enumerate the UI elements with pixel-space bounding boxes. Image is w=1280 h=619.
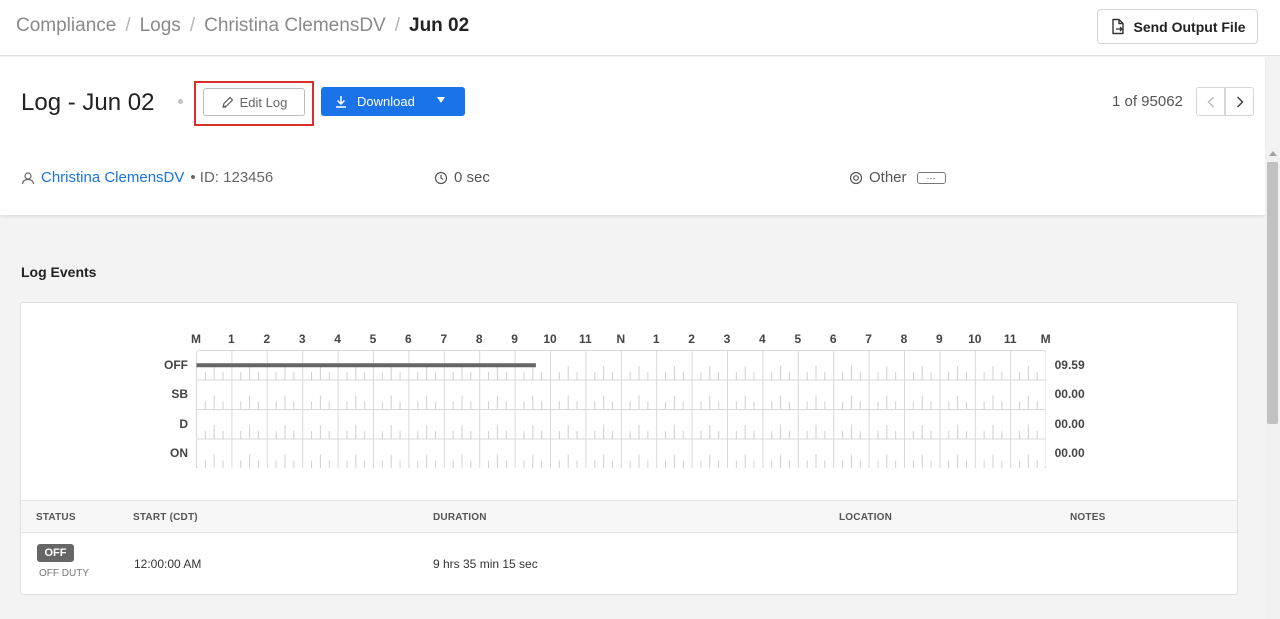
user-icon (21, 171, 35, 184)
start-time: 12:00:00 AM (134, 557, 202, 571)
driver-name-link[interactable]: Christina ClemensDV (41, 169, 184, 186)
hour-label: 4 (334, 332, 341, 346)
chevron-left-icon (1206, 95, 1214, 108)
hour-label: 6 (829, 332, 837, 346)
hour-label: 8 (900, 332, 908, 346)
hour-label: 1 (652, 332, 660, 346)
download-label: Download (357, 94, 415, 109)
hour-label: 10 (968, 332, 982, 346)
hour-label: 10 (543, 332, 557, 346)
log-events-title: Log Events (21, 264, 97, 280)
target-icon (849, 171, 863, 184)
previous-log-button[interactable] (1196, 87, 1225, 116)
file-export-icon (1111, 18, 1124, 35)
breadcrumb-current: Jun 02 (409, 15, 470, 36)
column-start: START (CDT) (133, 512, 198, 523)
hour-label: 5 (369, 332, 377, 346)
status-row-total: 00.00 (1054, 387, 1085, 402)
status-badge: OFF (37, 544, 74, 562)
log-graph-grid (196, 350, 1046, 468)
download-button[interactable]: Download (321, 87, 465, 116)
hour-label: 1 (228, 332, 235, 346)
scroll-up-arrow-icon[interactable] (1269, 151, 1277, 156)
status-row-label: D (179, 416, 188, 431)
hour-label: 3 (723, 332, 731, 346)
hour-label: 11 (579, 332, 592, 346)
breadcrumb-compliance[interactable]: Compliance (16, 15, 116, 37)
events-table-header: STATUS START (CDT) DURATION LOCATION NOT… (21, 500, 1237, 533)
hour-label: 11 (1003, 332, 1017, 346)
breadcrumb-separator: / (394, 15, 400, 36)
status-row-total: 09.59 (1054, 357, 1085, 372)
title-separator-dot (178, 99, 183, 104)
breadcrumb-separator: / (125, 15, 131, 36)
hour-label: 9 (511, 332, 518, 346)
scrollbar-thumb[interactable] (1267, 162, 1278, 424)
send-output-file-button[interactable]: Send Output File (1097, 9, 1258, 44)
send-output-file-label: Send Output File (1133, 18, 1246, 35)
top-bar: Compliance / Logs / Christina ClemensDV … (0, 0, 1280, 56)
column-notes: NOTES (1070, 512, 1106, 523)
column-status: STATUS (36, 512, 76, 523)
breadcrumb-separator: / (189, 15, 196, 36)
breadcrumb-driver[interactable]: Christina ClemensDV (204, 15, 386, 37)
hour-label: M (191, 332, 201, 346)
hour-label: 2 (688, 332, 695, 346)
edit-log-button[interactable]: Edit Log (203, 88, 305, 116)
status-row-label: ON (170, 446, 188, 461)
chevron-right-icon (1236, 95, 1244, 108)
page-title: Log - Jun 02 (21, 89, 155, 116)
hour-label: 4 (759, 332, 766, 346)
clock-icon (434, 171, 448, 184)
status-row-total: 00.00 (1054, 446, 1085, 461)
edit-log-label: Edit Log (239, 94, 288, 110)
column-location: LOCATION (839, 512, 893, 523)
other-label: Other (869, 169, 907, 186)
driver-id: • ID: 123456 (190, 169, 274, 186)
hour-label: M (1040, 332, 1051, 346)
download-icon (336, 96, 346, 108)
more-options-button[interactable]: ··· (916, 171, 946, 184)
driver-info: Christina ClemensDV • ID: 123456 (21, 169, 273, 186)
log-header: Log - Jun 02 Edit Log Download 1 of 9506… (0, 57, 1265, 215)
hour-label: 7 (440, 332, 448, 346)
hour-label: 7 (865, 332, 872, 346)
event-duration: 9 hrs 35 min 15 sec (433, 557, 538, 571)
breadcrumb-logs[interactable]: Logs (140, 15, 181, 37)
other-info: Other ··· (849, 169, 946, 186)
column-duration: DURATION (433, 512, 487, 523)
hour-label: 3 (298, 332, 306, 346)
pager-count: 1 of 95062 (1112, 93, 1183, 110)
pencil-icon (222, 96, 233, 108)
status-row-label: SB (171, 387, 188, 402)
status-description: OFF DUTY (39, 568, 89, 579)
hour-label: 8 (475, 332, 483, 346)
caret-down-icon[interactable] (437, 97, 445, 103)
log-events-card: M 1 2 3 4 5 6 7 8 9 10 11 N 1 2 3 4 5 6 7 8 9 10 11 M OFF SB D ON S… (20, 302, 1238, 595)
hour-label: N (616, 332, 626, 346)
hour-label: 5 (794, 332, 802, 346)
duration-value: 0 sec (454, 169, 490, 186)
hour-label: 2 (263, 332, 271, 346)
status-row-total: 00.00 (1054, 416, 1085, 431)
status-row-label: OFF (164, 357, 188, 372)
duration-info: 0 sec (434, 169, 490, 186)
hour-label: 9 (936, 332, 943, 346)
breadcrumb: Compliance / Logs / Christina ClemensDV … (16, 15, 469, 37)
next-log-button[interactable] (1225, 87, 1254, 116)
hour-label: 6 (405, 332, 412, 346)
